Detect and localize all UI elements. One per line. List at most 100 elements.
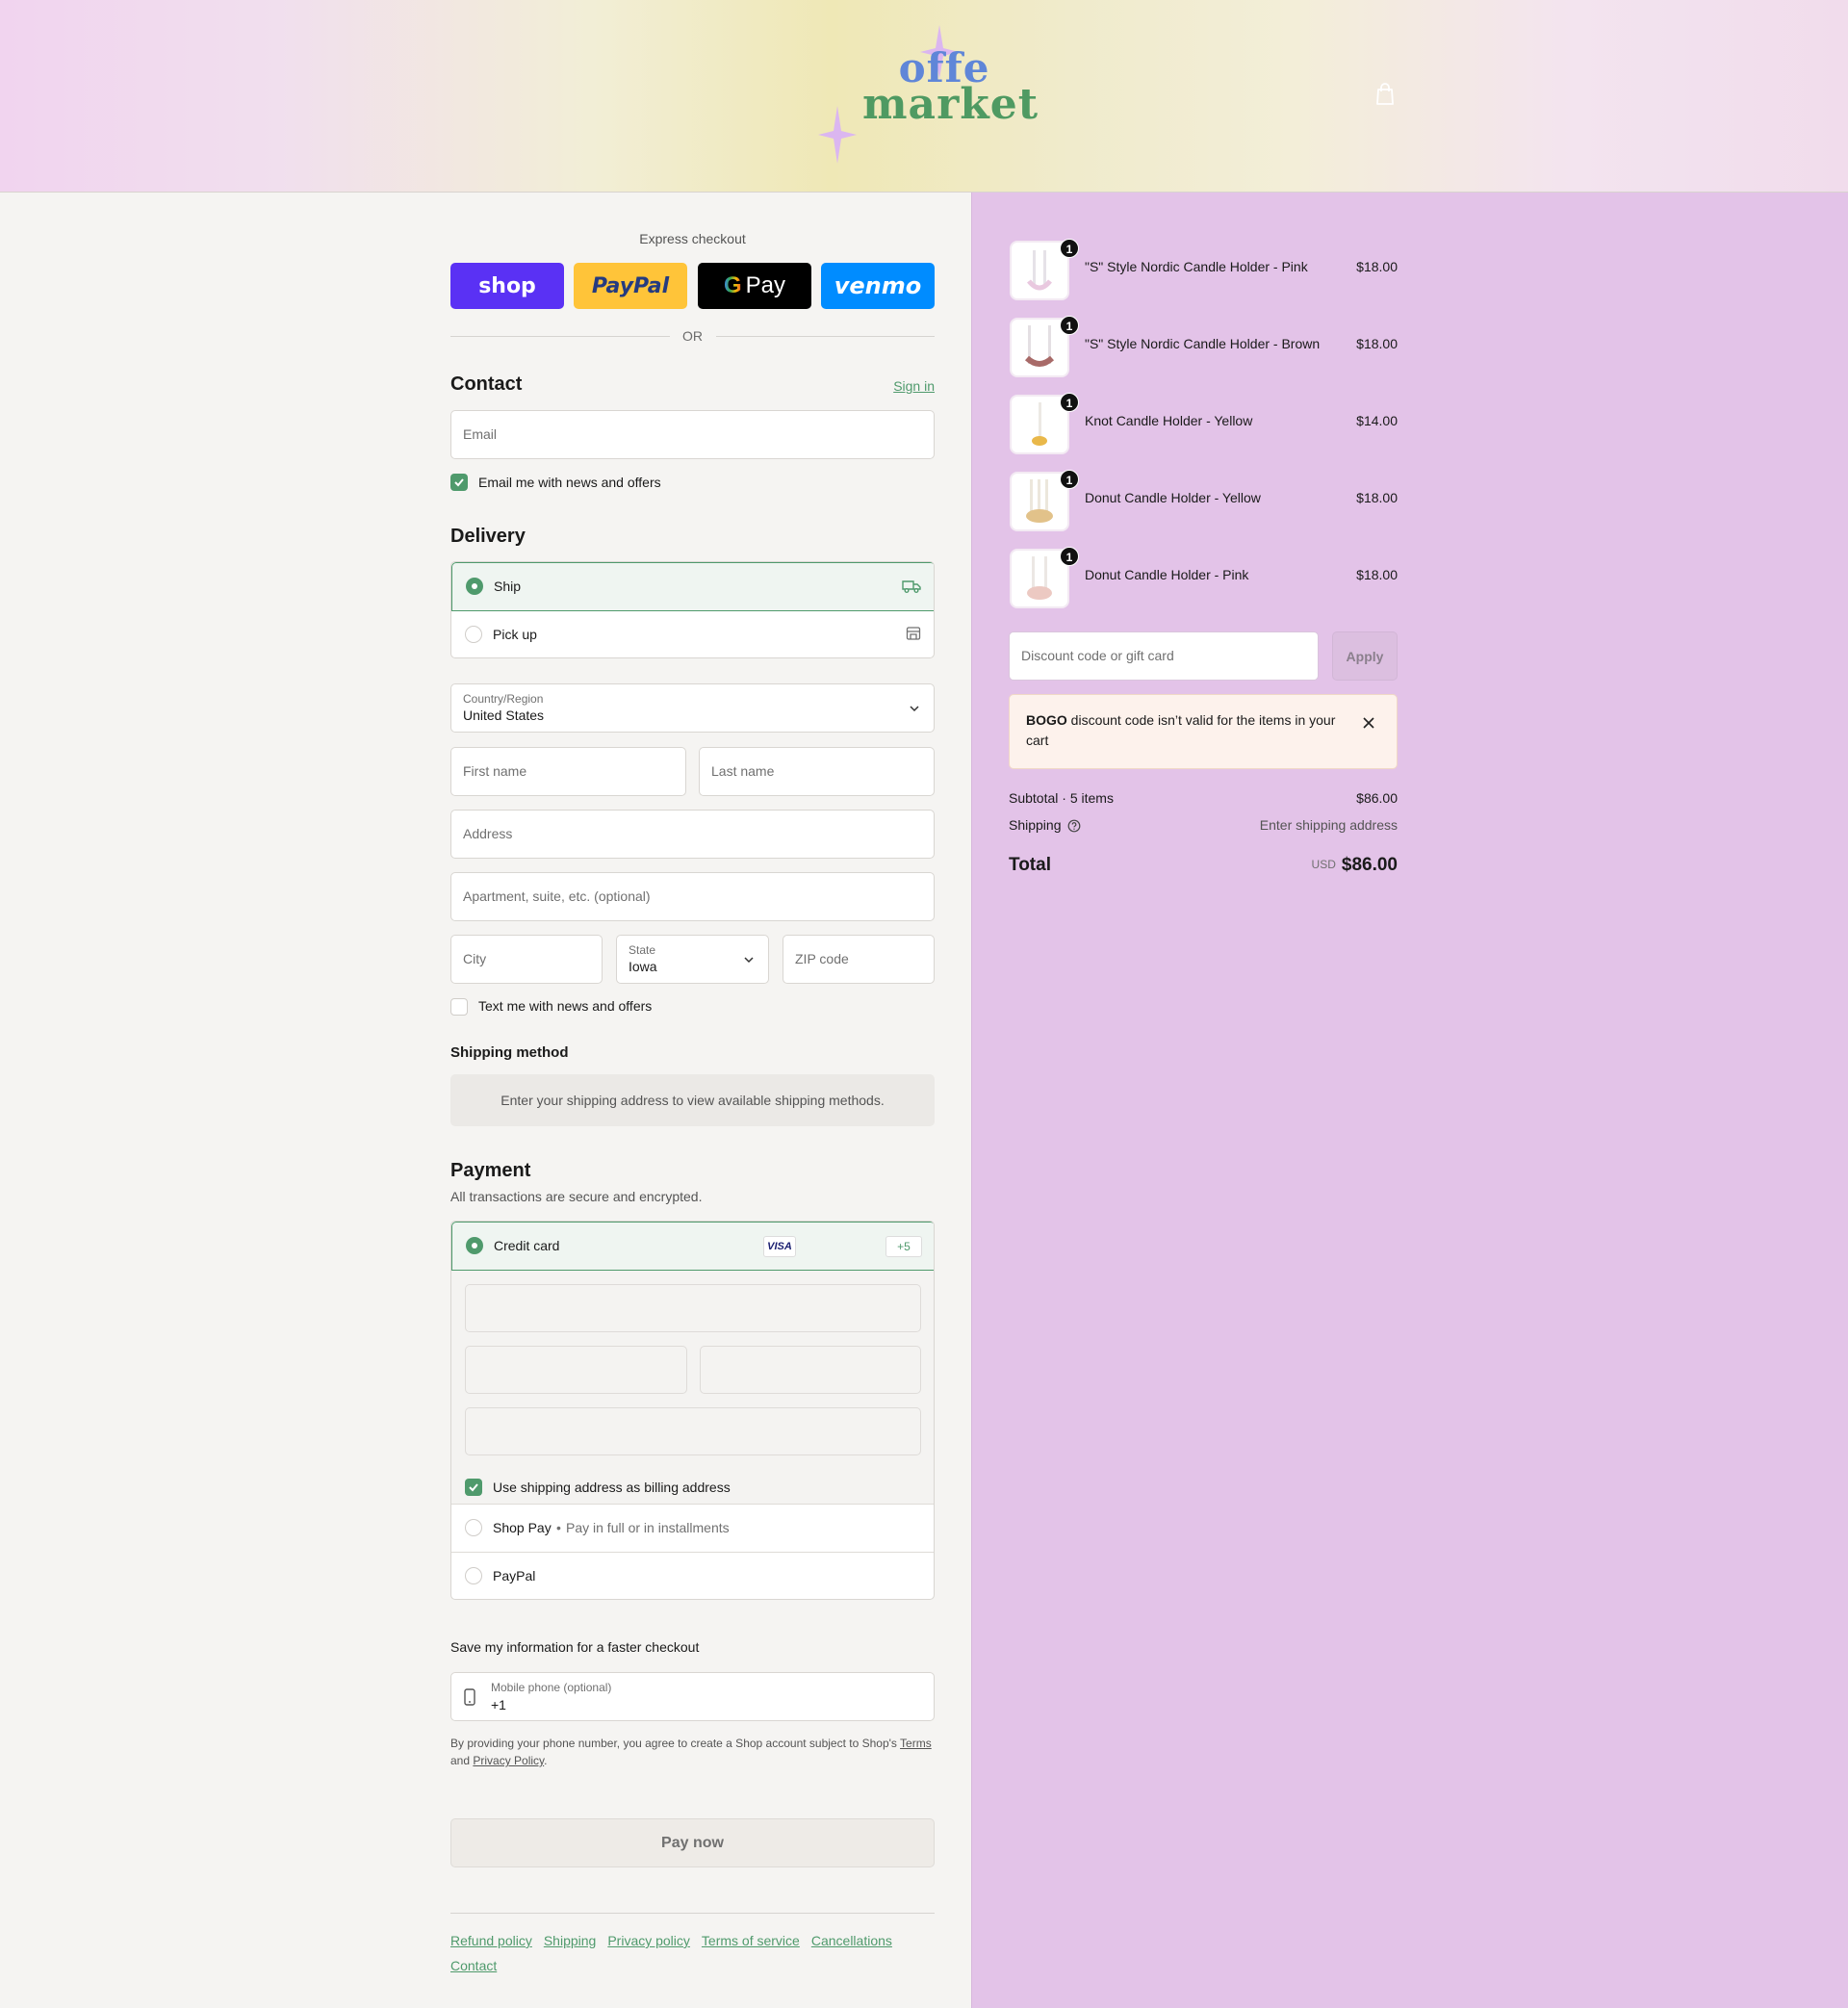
item-price: $14.00 — [1356, 413, 1398, 428]
google-pay-label: Pay — [745, 272, 786, 298]
google-g-icon: G — [723, 272, 742, 298]
sign-in-link[interactable]: Sign in — [893, 378, 935, 394]
paypal-express-label: PayPal — [591, 273, 670, 298]
item-name: "S" Style Nordic Candle Holder - Brown — [1085, 336, 1321, 351]
phone-disclaimer: By providing your phone number, you agre… — [450, 1735, 935, 1769]
disclaimer-text: By providing your phone number, you agre… — [450, 1737, 897, 1750]
text-news-checkbox[interactable] — [450, 998, 468, 1016]
last-name-placeholder: Last name — [711, 763, 775, 779]
ship-radio[interactable] — [466, 578, 483, 595]
item-price: $18.00 — [1356, 567, 1398, 582]
shipping-method-info: Enter your shipping address to view avai… — [450, 1074, 935, 1126]
contact-footer-link[interactable]: Contact — [450, 1958, 497, 1973]
quantity-badge: 1 — [1060, 316, 1079, 335]
discount-error-alert: BOGO discount code isn’t valid for the i… — [1009, 694, 1398, 769]
ship-option[interactable]: Ship — [451, 562, 934, 611]
item-name: "S" Style Nordic Candle Holder - Pink — [1085, 259, 1308, 274]
apartment-field[interactable]: Apartment, suite, etc. (optional) — [450, 872, 935, 921]
discount-code-input[interactable]: Discount code or gift card — [1009, 631, 1319, 681]
venmo-label: venmo — [834, 272, 922, 299]
pickup-option[interactable]: Pick up — [451, 611, 934, 657]
line-item: 1 Donut Candle Holder - Pink $18.00 — [1009, 544, 1398, 608]
first-name-field[interactable]: First name — [450, 747, 686, 796]
shipping-policy-link[interactable]: Shipping — [544, 1933, 597, 1948]
delivery-options: Ship Pick up — [450, 561, 935, 658]
paypal-radio[interactable] — [465, 1567, 482, 1584]
shop-pay-label: shop — [478, 273, 536, 298]
alert-message: BOGO discount code isn’t valid for the i… — [1026, 710, 1344, 751]
address-placeholder: Address — [463, 826, 513, 841]
city-field[interactable]: City — [450, 935, 603, 984]
cart-button[interactable] — [1374, 83, 1398, 108]
shop-pay-button[interactable]: shop — [450, 263, 564, 309]
shop-pay-radio[interactable] — [465, 1519, 482, 1536]
state-select[interactable]: State Iowa — [616, 935, 769, 984]
zip-field[interactable]: ZIP code — [783, 935, 935, 984]
payment-title: Payment — [450, 1160, 531, 1181]
cancellations-link[interactable]: Cancellations — [811, 1933, 892, 1948]
country-label: Country/Region — [463, 692, 544, 706]
store-logo[interactable]: offe market — [818, 19, 1040, 173]
mobile-phone-icon — [464, 1688, 475, 1706]
line-item: 1 "S" Style Nordic Candle Holder - Pink … — [1009, 236, 1398, 300]
card-fields-area: Use shipping address as billing address — [451, 1271, 934, 1505]
credit-card-radio[interactable] — [466, 1237, 483, 1254]
help-icon[interactable] — [1067, 819, 1081, 833]
card-cvv-field[interactable] — [700, 1346, 921, 1394]
logo-line-2: market — [862, 80, 1040, 129]
privacy-policy-footer-link[interactable]: Privacy policy — [607, 1933, 690, 1948]
shipping-value: Enter shipping address — [1259, 817, 1398, 833]
refund-policy-link[interactable]: Refund policy — [450, 1933, 532, 1948]
billing-address-checkbox[interactable] — [465, 1479, 482, 1496]
country-select[interactable]: Country/Region United States — [450, 683, 935, 733]
state-label: State — [629, 943, 656, 957]
text-news-label: Text me with news and offers — [478, 998, 653, 1014]
line-item: 1 Donut Candle Holder - Yellow $18.00 — [1009, 467, 1398, 531]
card-name-field[interactable] — [465, 1407, 921, 1455]
terms-link[interactable]: Terms — [900, 1737, 932, 1750]
delivery-title: Delivery — [450, 526, 526, 547]
billing-address-label: Use shipping address as billing address — [493, 1480, 731, 1495]
candle-holder-image — [1027, 556, 1052, 600]
card-expiry-field[interactable] — [465, 1346, 687, 1394]
terms-of-service-link[interactable]: Terms of service — [702, 1933, 800, 1948]
subtotal-value: $86.00 — [1356, 790, 1398, 806]
address-field[interactable]: Address — [450, 810, 935, 859]
mobile-phone-field[interactable]: Mobile phone (optional) +1 — [450, 1672, 935, 1721]
checkmark-icon — [469, 1483, 478, 1492]
item-price: $18.00 — [1356, 336, 1398, 351]
last-name-field[interactable]: Last name — [699, 747, 935, 796]
privacy-policy-link[interactable]: Privacy Policy — [473, 1754, 544, 1767]
pickup-radio[interactable] — [465, 626, 482, 643]
mobile-phone-label: Mobile phone (optional) — [491, 1681, 612, 1694]
footer-divider — [450, 1913, 935, 1914]
credit-card-label: Credit card — [494, 1238, 560, 1253]
pay-now-button[interactable]: Pay now — [450, 1818, 935, 1867]
shipping-method-info-text: Enter your shipping address to view avai… — [500, 1093, 885, 1108]
quantity-badge: 1 — [1060, 393, 1079, 412]
alert-text: discount code isn’t valid for the items … — [1026, 712, 1336, 748]
google-pay-button[interactable]: G Pay — [698, 263, 811, 309]
card-number-field[interactable] — [465, 1284, 921, 1332]
quantity-badge: 1 — [1060, 470, 1079, 489]
ship-label: Ship — [494, 579, 522, 594]
payment-subtitle: All transactions are secure and encrypte… — [450, 1189, 703, 1204]
apply-discount-button[interactable]: Apply — [1332, 631, 1398, 681]
paypal-express-button[interactable]: PayPal — [574, 263, 687, 309]
payment-options: Credit card VISA +5 Use shipping address… — [450, 1221, 935, 1600]
candle-holder-image — [1024, 325, 1055, 367]
email-news-checkbox[interactable] — [450, 474, 468, 491]
shop-pay-option[interactable]: Shop Pay • Pay in full or in installment… — [451, 1505, 934, 1553]
email-field[interactable]: Email — [450, 410, 935, 459]
pickup-label: Pick up — [493, 627, 537, 642]
candle-holder-image — [1032, 402, 1047, 446]
venmo-button[interactable]: venmo — [821, 263, 935, 309]
close-icon[interactable] — [1362, 716, 1375, 730]
divider-line-right — [716, 336, 935, 337]
paypal-option[interactable]: PayPal — [451, 1553, 934, 1599]
email-news-label: Email me with news and offers — [478, 475, 661, 490]
item-name: Donut Candle Holder - Pink — [1085, 567, 1249, 582]
credit-card-option[interactable]: Credit card VISA +5 — [451, 1222, 934, 1271]
logo-text: offe market — [862, 48, 1040, 129]
item-name: Knot Candle Holder - Yellow — [1085, 413, 1253, 428]
